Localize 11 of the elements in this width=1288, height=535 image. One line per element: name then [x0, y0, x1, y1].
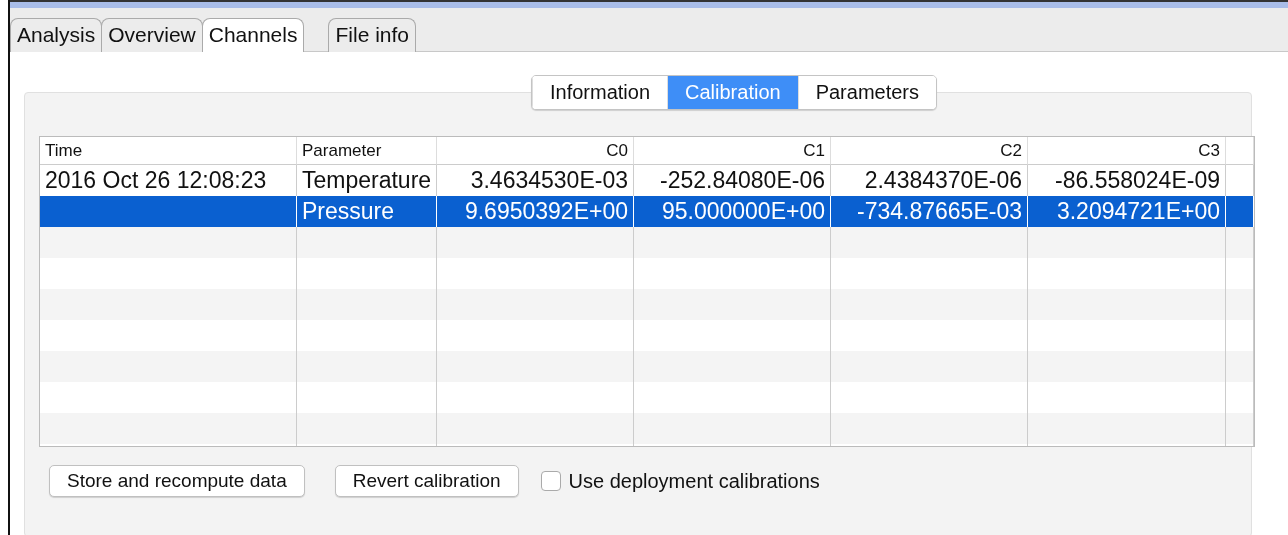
segment-button[interactable]: Information — [531, 76, 668, 109]
tab[interactable]: Analysis — [10, 18, 103, 52]
table-row[interactable]: Pressure 9.6950392E+00 95.000000E+00 -734.87665E-03 3.2094721E+00 — [40, 196, 1254, 227]
tab[interactable]: Channels — [201, 18, 305, 52]
segment-button[interactable]: Parameters — [797, 76, 936, 109]
tab[interactable]: Overview — [101, 18, 203, 52]
checkbox-label: Use deployment calibrations — [568, 469, 820, 493]
action-button[interactable]: Revert calibration — [334, 465, 519, 497]
tab[interactable]: File info — [328, 18, 416, 52]
action-button[interactable]: Store and recompute data — [49, 465, 305, 497]
checkbox[interactable] — [540, 471, 561, 491]
